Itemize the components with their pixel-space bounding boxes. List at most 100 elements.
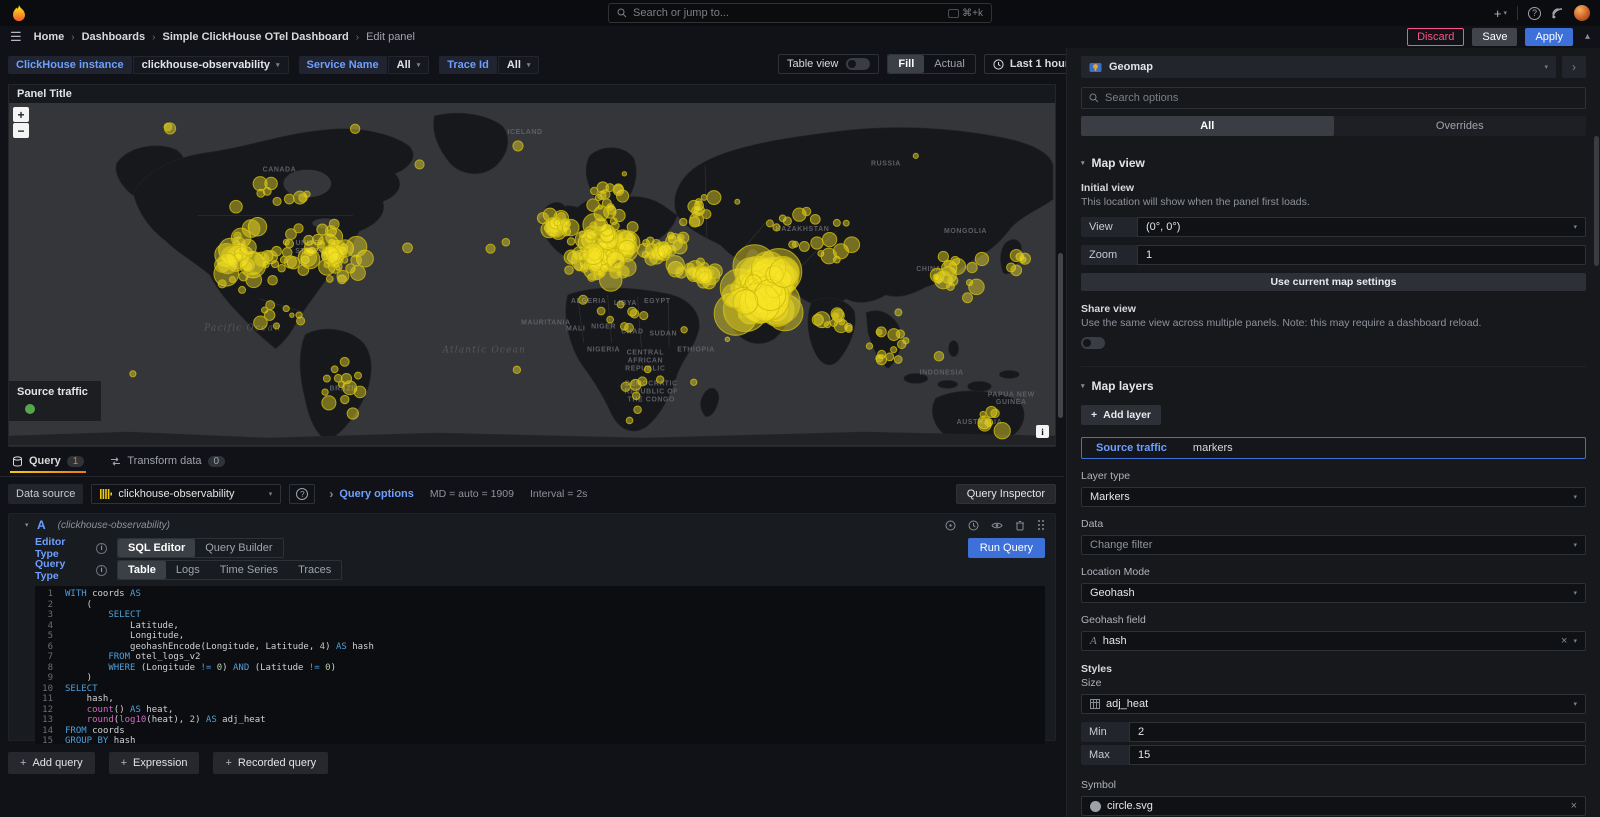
help-circle-icon[interactable] [945, 520, 956, 531]
tab-all[interactable]: All [1081, 116, 1334, 136]
news-icon[interactable] [1551, 7, 1564, 20]
plus-icon: + [20, 757, 26, 769]
layer-type-select[interactable]: Markers [1081, 487, 1586, 507]
transform-icon [110, 456, 121, 467]
query-ref-id[interactable]: A [37, 518, 46, 532]
map-marker [278, 265, 285, 272]
tab-query[interactable]: Query1 [10, 451, 86, 473]
collapse-pane-button[interactable] [1562, 56, 1586, 78]
view-select[interactable]: (0°, 0°) [1137, 217, 1586, 237]
help-icon[interactable]: ? [1528, 7, 1541, 20]
map-marker [876, 329, 882, 335]
fill-option[interactable]: Fill [888, 55, 924, 73]
geohash-field-select[interactable]: A hash × [1081, 631, 1586, 651]
actual-option[interactable]: Actual [924, 55, 975, 73]
query-options-toggle[interactable]: Query options [329, 488, 414, 500]
chevron-down-icon [1573, 542, 1577, 549]
panel-title[interactable]: Panel Title [9, 85, 1055, 103]
query-type-time-series[interactable]: Time Series [210, 561, 288, 579]
breadcrumb-item[interactable]: Home [34, 31, 65, 43]
map-marker [903, 338, 909, 344]
visualization-picker[interactable]: Geomap [1081, 56, 1556, 78]
search-input[interactable] [633, 7, 942, 19]
global-search[interactable]: ⌘+k [608, 3, 992, 23]
eye-icon[interactable] [991, 520, 1003, 531]
min-input[interactable]: 2 [1129, 722, 1586, 742]
add-layer-button[interactable]: +Add layer [1081, 405, 1161, 425]
variable-value-dropdown[interactable]: clickhouse-observability [133, 56, 289, 74]
query-builder-option[interactable]: Query Builder [195, 539, 282, 557]
zoom-input[interactable]: 1 [1137, 245, 1586, 265]
history-icon[interactable] [968, 520, 979, 531]
map-marker [1019, 253, 1030, 264]
apply-button[interactable]: Apply [1525, 28, 1573, 46]
world-map[interactable]: RUSSIACANADAICELANDUNITEDSTATESKAZAKHSTA… [9, 103, 1055, 446]
use-current-map-settings-button[interactable]: Use current map settings [1081, 273, 1586, 291]
options-scrollbar[interactable] [1594, 88, 1599, 817]
options-search-input[interactable] [1105, 92, 1578, 104]
recorded-query-button[interactable]: +Recorded query [213, 752, 328, 774]
content-scrollbar[interactable] [1058, 48, 1063, 817]
grafana-logo-icon[interactable] [10, 4, 28, 22]
map-zoom-out-button[interactable]: − [13, 123, 29, 138]
size-field-select[interactable]: adj_heat [1081, 694, 1586, 714]
map-marker [640, 311, 648, 319]
breadcrumb-item[interactable]: Simple ClickHouse OTel Dashboard [162, 31, 348, 43]
table-view-control: Table view [778, 54, 879, 74]
expression-button[interactable]: +Expression [109, 752, 200, 774]
query-type-table[interactable]: Table [118, 561, 166, 579]
menu-toggle-icon[interactable]: ☰ [10, 29, 22, 45]
max-label: Max [1081, 745, 1129, 765]
datasource-select[interactable]: clickhouse-observability [91, 484, 281, 504]
map-attribution-button[interactable]: i [1036, 425, 1049, 438]
tab-transform-data[interactable]: Transform data0 [108, 451, 227, 473]
tab-overrides[interactable]: Overrides [1334, 116, 1587, 136]
layer-item[interactable]: Source traffic markers [1081, 437, 1586, 459]
map-marker [290, 313, 294, 317]
map-marker [656, 376, 663, 383]
trash-icon[interactable] [1015, 520, 1025, 531]
collapse-query-icon[interactable] [25, 522, 29, 529]
map-country-label: RUSSIA [871, 161, 901, 168]
map-marker [607, 316, 614, 323]
map-marker [773, 224, 780, 231]
table-view-toggle[interactable] [846, 58, 870, 70]
share-view-toggle[interactable] [1081, 337, 1105, 349]
map-zoom-in-button[interactable]: + [13, 107, 29, 122]
collapse-options-icon[interactable] [1585, 32, 1590, 42]
map-marker [253, 177, 267, 191]
chevron-down-icon [1503, 10, 1507, 17]
variable-label: Trace Id [439, 56, 497, 74]
map-marker [565, 266, 574, 275]
sql-code-editor[interactable]: 1WITH coords AS2 (3 SELECT4 Latitude,5 L… [35, 586, 1045, 744]
query-type-traces[interactable]: Traces [288, 561, 341, 579]
run-query-button[interactable]: Run Query [968, 538, 1045, 558]
variable-value-dropdown[interactable]: All [388, 56, 430, 74]
discard-button[interactable]: Discard [1407, 28, 1464, 46]
clear-icon[interactable]: × [1571, 800, 1577, 812]
breadcrumb-item[interactable]: Dashboards [82, 31, 146, 43]
sql-editor-option[interactable]: SQL Editor [118, 539, 195, 557]
save-button[interactable]: Save [1472, 28, 1517, 46]
map-marker [821, 248, 837, 264]
query-type-logs[interactable]: Logs [166, 561, 210, 579]
map-canvas[interactable]: RUSSIACANADAICELANDUNITEDSTATESKAZAKHSTA… [9, 103, 1055, 446]
user-avatar[interactable] [1574, 5, 1590, 21]
variable-value-dropdown[interactable]: All [498, 56, 540, 74]
query-inspector-button[interactable]: Query Inspector [956, 484, 1056, 504]
map-marker [273, 323, 279, 329]
drag-handle-icon[interactable] [1037, 519, 1045, 531]
symbol-select[interactable]: circle.svg × [1081, 796, 1586, 816]
options-search[interactable] [1081, 87, 1586, 109]
map-marker [891, 347, 897, 353]
section-map-view[interactable]: Map view [1081, 156, 1586, 170]
max-input[interactable]: 15 [1129, 745, 1586, 765]
add-menu-button[interactable]: + [1494, 6, 1507, 21]
clear-icon[interactable]: × [1561, 635, 1567, 647]
section-map-layers[interactable]: Map layers [1081, 379, 1586, 393]
data-filter-select[interactable]: Change filter [1081, 535, 1586, 555]
add-query-button[interactable]: +Add query [8, 752, 95, 774]
location-mode-select[interactable]: Geohash [1081, 583, 1586, 603]
datasource-help-button[interactable]: ? [289, 484, 315, 504]
map-marker [658, 244, 672, 258]
